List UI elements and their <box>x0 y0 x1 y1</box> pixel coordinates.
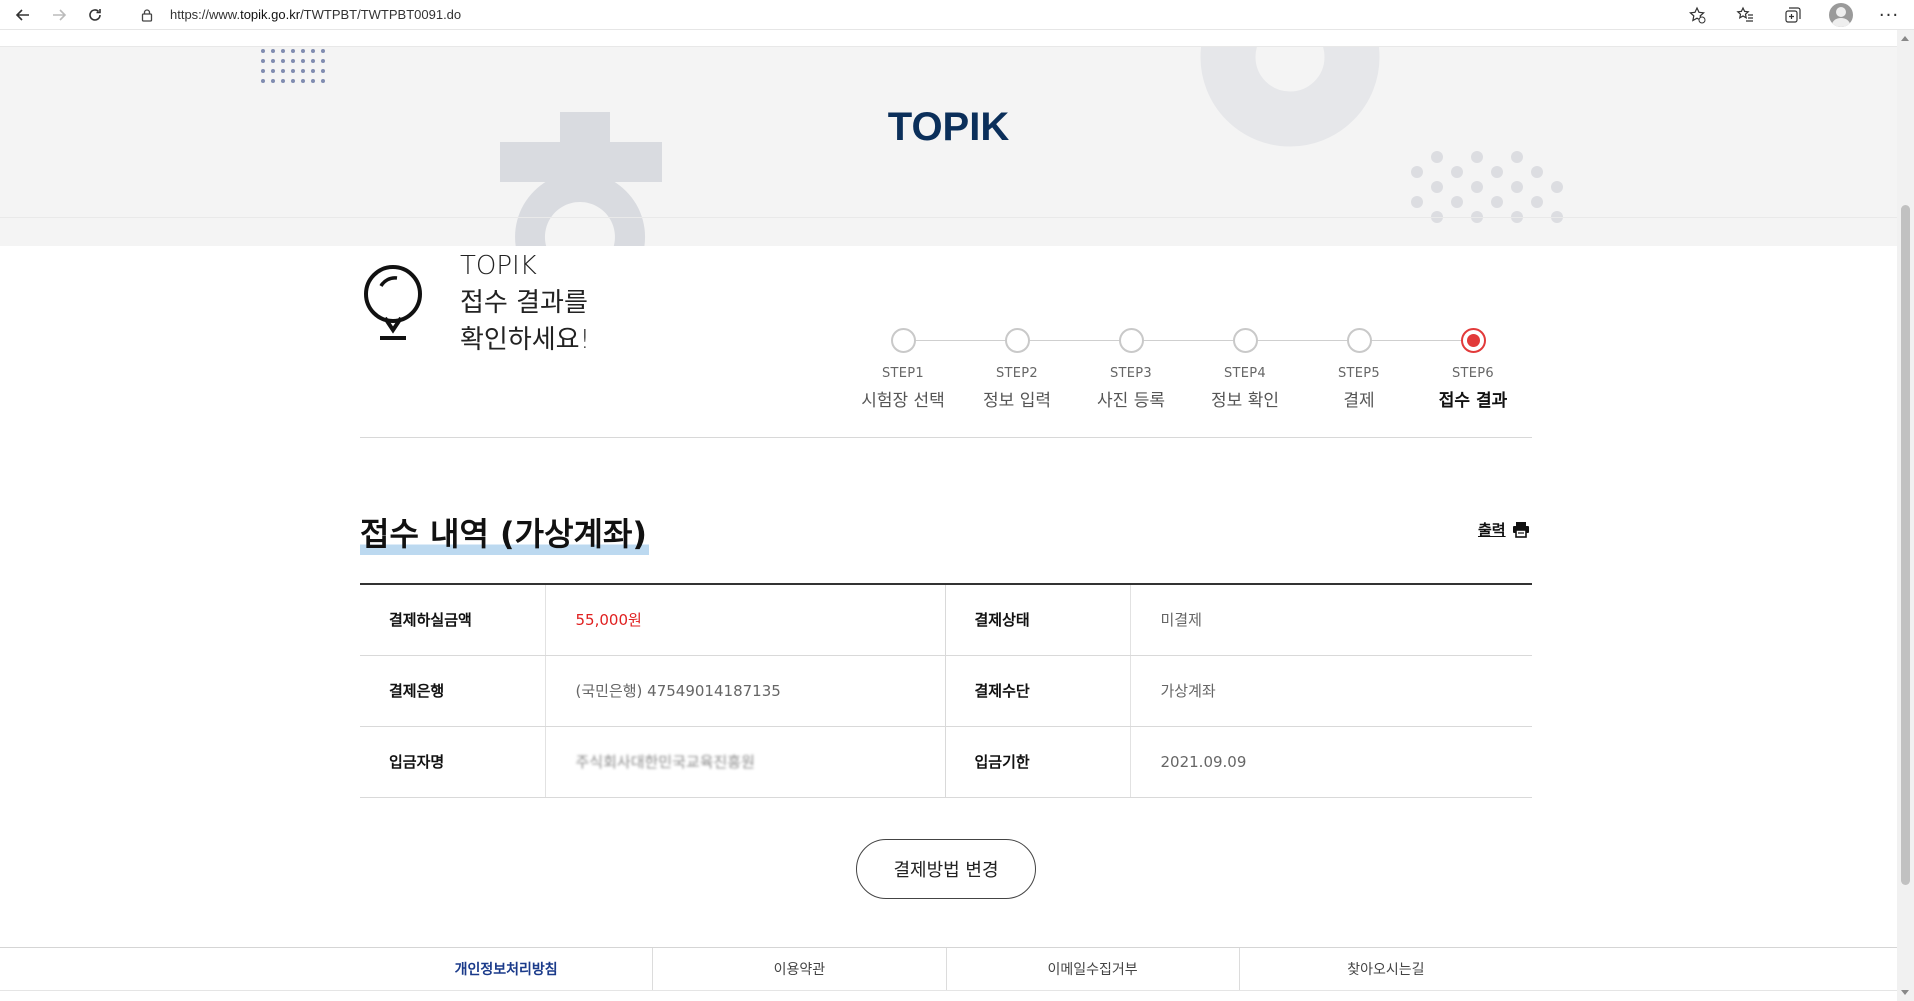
cell-label: 입금기한 <box>945 726 1130 798</box>
depositor-name-value: 주식회사대한민국교육진흥원 <box>544 726 946 798</box>
footer: 개인정보처리방침 이용약관 이메일수집거부 찾아오시는길 <box>0 947 1897 1001</box>
step-3: STEP3 사진 등록 <box>1074 318 1188 411</box>
intro-line: TOPIK <box>460 251 537 281</box>
cell-label: 결제은행 <box>360 655 545 727</box>
table-row: 결제은행 (국민은행) 47549014187135 결제수단 가상계좌 <box>360 655 1532 727</box>
page-title: TOPIK <box>887 105 1010 149</box>
amount-value: 55,000원 <box>544 584 946 656</box>
deposit-deadline-value: 2021.09.09 <box>1129 726 1532 798</box>
footer-link-privacy[interactable]: 개인정보처리방침 <box>360 948 654 990</box>
cell-label: 입금자명 <box>360 726 545 798</box>
bank-account-text: (국민은행) 47549014187135 <box>575 682 781 700</box>
step-2: STEP2 정보 입력 <box>960 318 1074 411</box>
divider <box>360 437 1532 438</box>
page-content: TOPIK TOPIK 접수 결과를 확인하세요! STEP1 시험장 선택 S… <box>0 30 1897 1001</box>
step-dot <box>1004 328 1030 353</box>
scroll-thumb[interactable] <box>1901 205 1910 885</box>
scrollbar[interactable] <box>1897 30 1914 1001</box>
scroll-down-arrow-icon[interactable] <box>1901 990 1909 995</box>
browser-toolbar: https://www.topik.go.kr/TWTPBT/TWTPBT009… <box>0 0 1914 30</box>
intro-line: 접수 결과를 <box>460 288 588 318</box>
step-name: 접수 결과 <box>1438 391 1508 411</box>
step-6-active: STEP6 접수 결과 <box>1416 318 1530 411</box>
footer-link-email-refusal[interactable]: 이메일수집거부 <box>947 948 1240 990</box>
cell-label: 결제수단 <box>945 655 1130 727</box>
profile-avatar[interactable] <box>1826 0 1856 30</box>
receipt-table: 결제하실금액 55,000원 결제상태 미결제 결제은행 (국민은행) 4754… <box>360 583 1532 798</box>
intro-message: TOPIK 접수 결과를 확인하세요! <box>460 248 590 359</box>
collections-icon[interactable] <box>1778 0 1808 30</box>
step-name: 시험장 선택 <box>861 391 945 411</box>
step-4: STEP4 정보 확인 <box>1188 318 1302 411</box>
location-pin-icon <box>364 265 422 340</box>
payment-status-value: 미결제 <box>1129 584 1532 656</box>
depositor-name-text: 주식회사대한민국교육진흥원 <box>575 753 755 771</box>
step-progress: STEP1 시험장 선택 STEP2 정보 입력 STEP3 사진 등록 STE… <box>846 318 1526 418</box>
step-dot <box>1346 328 1372 353</box>
print-button[interactable]: 출력 <box>1478 519 1530 540</box>
scroll-up-arrow-icon[interactable] <box>1901 36 1909 41</box>
table-row: 입금자명 주식회사대한민국교육진흥원 입금기한 2021.09.09 <box>360 726 1532 798</box>
print-label: 출력 <box>1478 521 1506 539</box>
step-number: STEP3 <box>1109 366 1153 381</box>
footer-link-directions[interactable]: 찾아오시는길 <box>1240 948 1532 990</box>
footer-links: 개인정보처리방침 이용약관 이메일수집거부 찾아오시는길 <box>360 948 1532 990</box>
step-5: STEP5 결제 <box>1302 318 1416 411</box>
forward-arrow-icon[interactable] <box>44 0 74 30</box>
favorite-add-icon[interactable] <box>1682 0 1712 30</box>
printer-icon <box>1512 522 1529 538</box>
table-row: 결제하실금액 55,000원 결제상태 미결제 <box>360 584 1532 656</box>
address-bar[interactable]: https://www.topik.go.kr/TWTPBT/TWTPBT009… <box>140 0 461 30</box>
payment-method-value: 가상계좌 <box>1129 655 1532 727</box>
step-dot-active <box>1460 328 1486 353</box>
step-number: STEP2 <box>995 366 1039 381</box>
step-dot <box>1118 328 1144 353</box>
intro-line: 확인하세요! <box>460 325 591 355</box>
step-name: 정보 입력 <box>983 391 1051 411</box>
more-menu-icon[interactable]: ··· <box>1874 0 1904 30</box>
favorites-icon[interactable] <box>1730 0 1760 30</box>
step-number: STEP4 <box>1223 366 1267 381</box>
cell-label: 결제하실금액 <box>360 584 545 656</box>
step-1: STEP1 시험장 선택 <box>846 318 960 411</box>
step-name: 정보 확인 <box>1211 391 1279 411</box>
hero-banner: TOPIK <box>0 46 1897 246</box>
step-name: 사진 등록 <box>1097 391 1165 411</box>
bank-account-value: (국민은행) 47549014187135 <box>544 655 946 727</box>
step-number: STEP6 <box>1451 366 1495 381</box>
section-title: 접수 내역 (가상계좌) <box>360 510 650 558</box>
footer-link-terms[interactable]: 이용약관 <box>653 948 947 990</box>
step-name: 결제 <box>1343 391 1375 411</box>
step-dot <box>1232 328 1258 353</box>
back-arrow-icon[interactable] <box>8 0 38 30</box>
cell-label: 결제상태 <box>945 584 1130 656</box>
step-number: STEP5 <box>1337 366 1381 381</box>
reload-icon[interactable] <box>80 0 110 30</box>
step-number: STEP1 <box>881 366 925 381</box>
url-text: https://www.topik.go.kr/TWTPBT/TWTPBT009… <box>170 7 462 22</box>
step-dot <box>890 328 916 353</box>
lock-icon <box>141 8 153 22</box>
change-payment-method-button[interactable]: 결제방법 변경 <box>856 839 1036 899</box>
